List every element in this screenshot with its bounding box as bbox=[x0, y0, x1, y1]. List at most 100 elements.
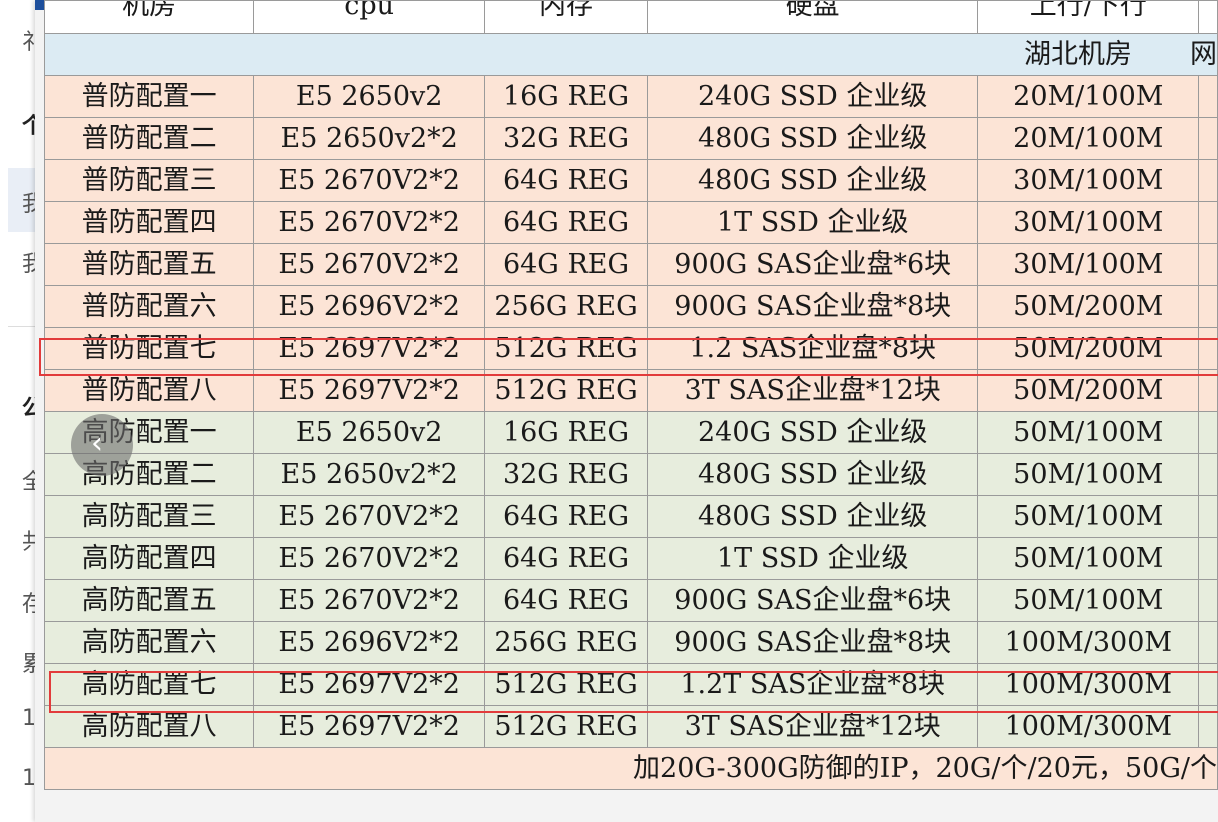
config-name-cell: 普防配置四 bbox=[43, 201, 255, 244]
footer-row: 加20G-300G防御的IP，20G/个/20元，50G/个 bbox=[44, 747, 1218, 790]
cpu-cell: E5 2670V2*2 bbox=[253, 159, 486, 202]
bandwidth-cell: 50M/100M bbox=[977, 453, 1200, 496]
disk-cell: 3T SAS企业盘*12块 bbox=[646, 705, 979, 748]
high-config-row: 高防配置一 E5 2650v2 16G REG 240G SSD 企业级 50M/100… bbox=[43, 411, 1218, 454]
memory-cell: 16G REG bbox=[484, 411, 648, 454]
bandwidth-cell: 50M/100M bbox=[977, 411, 1200, 454]
cpu-cell: E5 2697V2*2 bbox=[253, 327, 486, 370]
cpu-cell: E5 2670V2*2 bbox=[253, 579, 486, 622]
normal-config-row: 普防配置五 E5 2670V2*2 64G REG 900G SAS企业盘*6块 30M… bbox=[43, 243, 1218, 286]
header-row: 机房 cpu 内存 硬盘 上行/下行 bbox=[43, 0, 1218, 34]
bandwidth-cell: 50M/200M bbox=[977, 369, 1200, 412]
background-text: 1 bbox=[22, 766, 36, 791]
memory-cell: 64G REG bbox=[484, 243, 648, 286]
bandwidth-cell: 20M/100M bbox=[977, 117, 1200, 160]
extra-cell bbox=[1198, 495, 1218, 538]
extra-cell bbox=[1198, 201, 1218, 244]
disk-cell: 900G SAS企业盘*6块 bbox=[646, 579, 979, 622]
disk-cell: 240G SSD 企业级 bbox=[646, 411, 979, 454]
header-cell-cpu: cpu bbox=[253, 0, 486, 34]
background-page: 礻 个 我 我 公 全 共 存 累 1 1 bbox=[0, 0, 44, 822]
normal-config-row: 普防配置四 E5 2670V2*2 64G REG 1T SSD 企业级 30M/100… bbox=[43, 201, 1218, 244]
config-name-cell: 高防配置七 bbox=[43, 663, 255, 706]
cpu-cell: E5 2650v2 bbox=[253, 75, 486, 118]
disk-cell: 240G SSD 企业级 bbox=[646, 75, 979, 118]
cpu-cell: E5 2650v2*2 bbox=[253, 453, 486, 496]
config-name-cell: 普防配置二 bbox=[43, 117, 255, 160]
header-cell-extra bbox=[1198, 0, 1218, 34]
bandwidth-cell: 100M/300M bbox=[977, 663, 1200, 706]
header-cell-memory: 内存 bbox=[484, 0, 648, 34]
memory-cell: 64G REG bbox=[484, 537, 648, 580]
config-name-cell: 高防配置八 bbox=[43, 705, 255, 748]
bandwidth-cell: 50M/200M bbox=[977, 285, 1200, 328]
extra-cell bbox=[1198, 285, 1218, 328]
disk-cell: 480G SSD 企业级 bbox=[646, 495, 979, 538]
disk-cell: 1.2 SAS企业盘*8块 bbox=[646, 327, 979, 370]
extra-cell bbox=[1198, 327, 1218, 370]
memory-cell: 256G REG bbox=[484, 621, 648, 664]
config-name-cell: 普防配置八 bbox=[43, 369, 255, 412]
memory-cell: 512G REG bbox=[484, 327, 648, 370]
config-name-cell: 普防配置一 bbox=[43, 75, 255, 118]
memory-cell: 512G REG bbox=[484, 705, 648, 748]
cpu-cell: E5 2697V2*2 bbox=[253, 663, 486, 706]
disk-cell: 480G SSD 企业级 bbox=[646, 159, 979, 202]
server-config-table: 机房 cpu 内存 硬盘 上行/下行 湖北机房网 普防配置一 E5 2650v2 1… bbox=[43, 0, 1218, 790]
extra-cell bbox=[1198, 663, 1218, 706]
previous-image-button[interactable]: ‹ bbox=[71, 414, 133, 476]
bandwidth-cell: 100M/300M bbox=[977, 705, 1200, 748]
disk-cell: 3T SAS企业盘*12块 bbox=[646, 369, 979, 412]
footer-note: 加20G-300G防御的IP，20G/个/20元，50G/个 bbox=[44, 747, 1218, 790]
config-name-cell: 高防配置三 bbox=[43, 495, 255, 538]
memory-cell: 64G REG bbox=[484, 495, 648, 538]
normal-config-row: 普防配置三 E5 2670V2*2 64G REG 480G SSD 企业级 30M/1… bbox=[43, 159, 1218, 202]
memory-cell: 32G REG bbox=[484, 453, 648, 496]
image-viewer[interactable]: 机房 cpu 内存 硬盘 上行/下行 湖北机房网 普防配置一 E5 2650v2 1… bbox=[35, 0, 1218, 822]
bandwidth-cell: 50M/100M bbox=[977, 579, 1200, 622]
high-config-row: 高防配置五 E5 2670V2*2 64G REG 900G SAS企业盘*6块 50M… bbox=[43, 579, 1218, 622]
config-name-cell: 普防配置七 bbox=[43, 327, 255, 370]
config-name-cell: 高防配置五 bbox=[43, 579, 255, 622]
memory-cell: 32G REG bbox=[484, 117, 648, 160]
disk-cell: 900G SAS企业盘*8块 bbox=[646, 285, 979, 328]
disk-cell: 480G SSD 企业级 bbox=[646, 453, 979, 496]
normal-config-row: 普防配置二 E5 2650v2*2 32G REG 480G SSD 企业级 20M/1… bbox=[43, 117, 1218, 160]
bandwidth-cell: 50M/200M bbox=[977, 327, 1200, 370]
region-row: 湖北机房 网 bbox=[44, 33, 1218, 76]
high-config-row: 高防配置八 E5 2697V2*2 512G REG 3T SAS企业盘*12块 100… bbox=[43, 705, 1218, 748]
background-text: 1 bbox=[22, 706, 36, 731]
high-config-row: 高防配置七 E5 2697V2*2 512G REG 1.2T SAS企业盘*8块 10… bbox=[43, 663, 1218, 706]
cpu-cell: E5 2650v2 bbox=[253, 411, 486, 454]
cpu-cell: E5 2697V2*2 bbox=[253, 705, 486, 748]
disk-cell: 1T SSD 企业级 bbox=[646, 537, 979, 580]
extra-cell bbox=[1198, 705, 1218, 748]
extra-cell bbox=[1198, 411, 1218, 454]
cpu-cell: E5 2650v2*2 bbox=[253, 117, 486, 160]
high-config-row: 高防配置二 E5 2650v2*2 32G REG 480G SSD 企业级 50M/1… bbox=[43, 453, 1218, 496]
bandwidth-cell: 20M/100M bbox=[977, 75, 1200, 118]
config-name-cell: 普防配置六 bbox=[43, 285, 255, 328]
extra-cell bbox=[1198, 453, 1218, 496]
spreadsheet-image: 机房 cpu 内存 硬盘 上行/下行 湖北机房网 普防配置一 E5 2650v2 1… bbox=[43, 0, 1218, 790]
memory-cell: 16G REG bbox=[484, 75, 648, 118]
memory-cell: 512G REG bbox=[484, 369, 648, 412]
cpu-cell: E5 2696V2*2 bbox=[253, 621, 486, 664]
cpu-cell: E5 2696V2*2 bbox=[253, 285, 486, 328]
bandwidth-cell: 30M/100M bbox=[977, 201, 1200, 244]
extra-cell bbox=[1198, 159, 1218, 202]
high-config-row: 高防配置三 E5 2670V2*2 64G REG 480G SSD 企业级 50M/1… bbox=[43, 495, 1218, 538]
header-cell-bandwidth: 上行/下行 bbox=[977, 0, 1200, 34]
disk-cell: 1.2T SAS企业盘*8块 bbox=[646, 663, 979, 706]
extra-cell bbox=[1198, 243, 1218, 286]
bandwidth-cell: 100M/300M bbox=[977, 621, 1200, 664]
normal-config-row: 普防配置六 E5 2696V2*2 256G REG 900G SAS企业盘*8块 50… bbox=[43, 285, 1218, 328]
extra-cell bbox=[1198, 75, 1218, 118]
cpu-cell: E5 2670V2*2 bbox=[253, 537, 486, 580]
cpu-cell: E5 2670V2*2 bbox=[253, 243, 486, 286]
region-extra: 网 bbox=[1190, 39, 1217, 70]
config-name-cell: 普防配置三 bbox=[43, 159, 255, 202]
cpu-cell: E5 2697V2*2 bbox=[253, 369, 486, 412]
memory-cell: 64G REG bbox=[484, 579, 648, 622]
disk-cell: 900G SAS企业盘*6块 bbox=[646, 243, 979, 286]
